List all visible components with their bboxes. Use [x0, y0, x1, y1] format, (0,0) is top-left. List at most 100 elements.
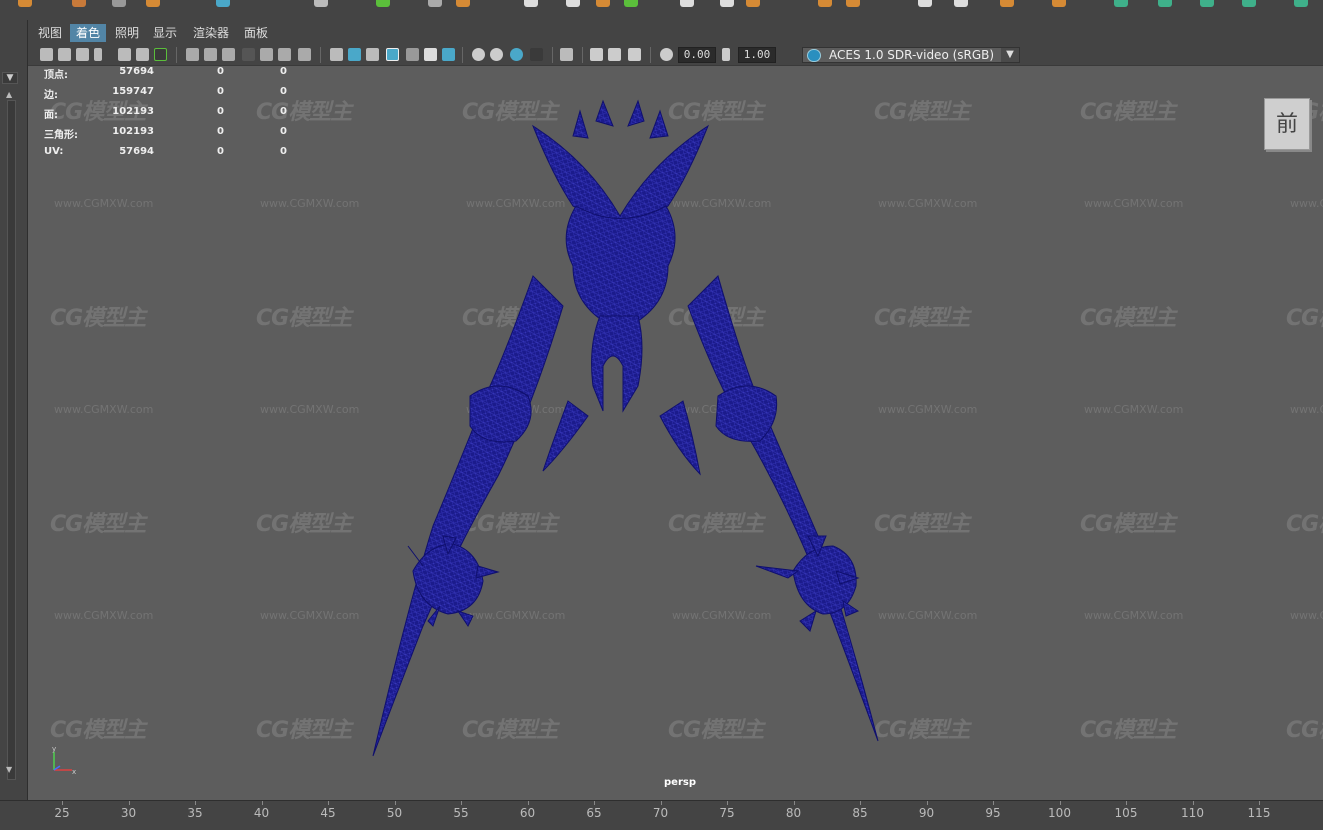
- shelf-icon[interactable]: [720, 0, 734, 7]
- shelf-icon[interactable]: [112, 0, 126, 7]
- shelf-icon[interactable]: [1200, 0, 1214, 7]
- timeline-tick: [527, 801, 529, 805]
- timeline-tick-label: 60: [519, 806, 536, 820]
- timeline-tick-label: 45: [320, 806, 336, 820]
- move-icon[interactable]: [136, 48, 149, 61]
- shelf-icon[interactable]: [18, 0, 32, 7]
- shelf-icon[interactable]: [376, 0, 390, 7]
- toolbar-divider: [462, 47, 463, 63]
- shelf-icon[interactable]: [1242, 0, 1256, 7]
- gamma-icon[interactable]: [722, 48, 730, 61]
- xray-components-icon[interactable]: [628, 48, 641, 61]
- vertical-scrollbar[interactable]: [7, 100, 16, 780]
- field-chart-icon[interactable]: [260, 48, 273, 61]
- isolate-select-icon[interactable]: [560, 48, 573, 61]
- hud-value: 0: [280, 86, 287, 97]
- menu-panels[interactable]: 面板: [238, 24, 274, 42]
- menu-show[interactable]: 显示: [147, 24, 183, 42]
- scroll-up-arrow-icon[interactable]: ▲: [6, 90, 12, 99]
- panel-dropdown-button[interactable]: ▼: [2, 72, 18, 84]
- gate-mask-icon[interactable]: [242, 48, 255, 61]
- bookmark-camera-icon[interactable]: [76, 48, 89, 61]
- shelf-icon[interactable]: [1000, 0, 1014, 7]
- hud-value: 159747: [112, 86, 154, 97]
- grease-pencil-icon[interactable]: [118, 48, 131, 61]
- wireframe-mesh-model[interactable]: [28, 66, 1323, 800]
- scroll-down-arrow-icon[interactable]: ▼: [6, 765, 12, 774]
- menu-lighting[interactable]: 照明: [109, 24, 145, 42]
- xray-joints-icon[interactable]: [608, 48, 621, 61]
- shelf-icon[interactable]: [1052, 0, 1066, 7]
- textured-icon[interactable]: [406, 48, 419, 61]
- menu-view[interactable]: 视图: [32, 24, 68, 42]
- camera-attributes-icon[interactable]: [58, 48, 71, 61]
- shelf-icon[interactable]: [680, 0, 694, 7]
- hud-value: 0: [217, 146, 224, 157]
- lights-icon[interactable]: [424, 48, 437, 61]
- exposure-icon[interactable]: [660, 48, 673, 61]
- hud-value: 0: [217, 106, 224, 117]
- resolution-gate-icon[interactable]: [222, 48, 235, 61]
- shelf-icon[interactable]: [146, 0, 160, 7]
- wireframe-on-shaded-icon[interactable]: [386, 48, 399, 61]
- xray-icon[interactable]: [590, 48, 603, 61]
- color-management-label: ACES 1.0 SDR-video (sRGB): [829, 48, 995, 62]
- film-gate-icon[interactable]: [204, 48, 217, 61]
- shelf-icon[interactable]: [746, 0, 760, 7]
- timeline-tick-label: 70: [652, 806, 669, 820]
- shelf-icon[interactable]: [314, 0, 328, 7]
- camera-icon[interactable]: [40, 48, 53, 61]
- motion-blur-icon[interactable]: [490, 48, 503, 61]
- timeline-tick-label: 110: [1181, 806, 1204, 820]
- shelf-icon[interactable]: [456, 0, 470, 7]
- time-slider[interactable]: 25 30 35 40 45 50 55 60 65 70 75 80 85 90 95 100 105 110 1…: [0, 800, 1323, 830]
- axis-x-label: x: [72, 768, 76, 776]
- multisample-aa-icon[interactable]: [510, 48, 523, 61]
- timeline-tick: [1059, 801, 1061, 805]
- timeline-tick-label: 55: [453, 806, 469, 820]
- timeline-tick-label: 80: [785, 806, 802, 820]
- timeline-tick-label: 100: [1048, 806, 1071, 820]
- color-management-dropdown[interactable]: ACES 1.0 SDR-video (sRGB) ▼: [802, 47, 1020, 63]
- color-management-icon: [807, 49, 821, 62]
- shelf-icon[interactable]: [954, 0, 968, 7]
- timeline-tick-label: 85: [852, 806, 868, 820]
- axis-gizmo: y x: [52, 746, 76, 776]
- timeline-tick: [1259, 801, 1260, 805]
- shelf-icon[interactable]: [1158, 0, 1172, 7]
- smooth-shade-icon[interactable]: [348, 48, 361, 61]
- shelf-icon[interactable]: [566, 0, 580, 7]
- chevron-down-icon: ▼: [1001, 48, 1019, 62]
- perspective-viewport[interactable]: CG模型主 www.CGMXW.com CG模型主 www.CGMXW.com CG模型…: [28, 66, 1323, 800]
- depth-of-field-icon[interactable]: [530, 48, 543, 61]
- shelf-icon[interactable]: [524, 0, 538, 7]
- safe-action-icon[interactable]: [278, 48, 291, 61]
- shelf-icon[interactable]: [1114, 0, 1128, 7]
- safe-title-icon[interactable]: [298, 48, 311, 61]
- shelf-icon[interactable]: [428, 0, 442, 7]
- shelf-icon[interactable]: [596, 0, 610, 7]
- view-cube[interactable]: 前: [1264, 98, 1310, 150]
- timeline-tick-label: 105: [1114, 806, 1138, 820]
- shelf-icon[interactable]: [846, 0, 860, 7]
- shelf-icon[interactable]: [918, 0, 932, 7]
- shelf-icon[interactable]: [216, 0, 230, 7]
- shelf-icon[interactable]: [818, 0, 832, 7]
- menu-shading[interactable]: 着色: [70, 24, 107, 42]
- timeline-tick: [1126, 801, 1127, 805]
- exposure-field[interactable]: 0.00: [678, 47, 716, 63]
- menu-renderer[interactable]: 渲染器: [187, 24, 235, 42]
- shelf-icon[interactable]: [624, 0, 638, 7]
- wireframe-icon[interactable]: [330, 48, 343, 61]
- gamma-field[interactable]: 1.00: [738, 47, 776, 63]
- pencil-draw-icon[interactable]: [154, 48, 167, 61]
- screen-space-ao-icon[interactable]: [472, 48, 485, 61]
- bookmark-icon[interactable]: [94, 48, 102, 61]
- timeline-tick: [128, 801, 130, 805]
- shelf-icon[interactable]: [1294, 0, 1308, 7]
- timeline-tick: [993, 801, 994, 805]
- shadows-icon[interactable]: [442, 48, 455, 61]
- shelf-icon[interactable]: [72, 0, 86, 7]
- default-material-icon[interactable]: [366, 48, 379, 61]
- grid-icon[interactable]: [186, 48, 199, 61]
